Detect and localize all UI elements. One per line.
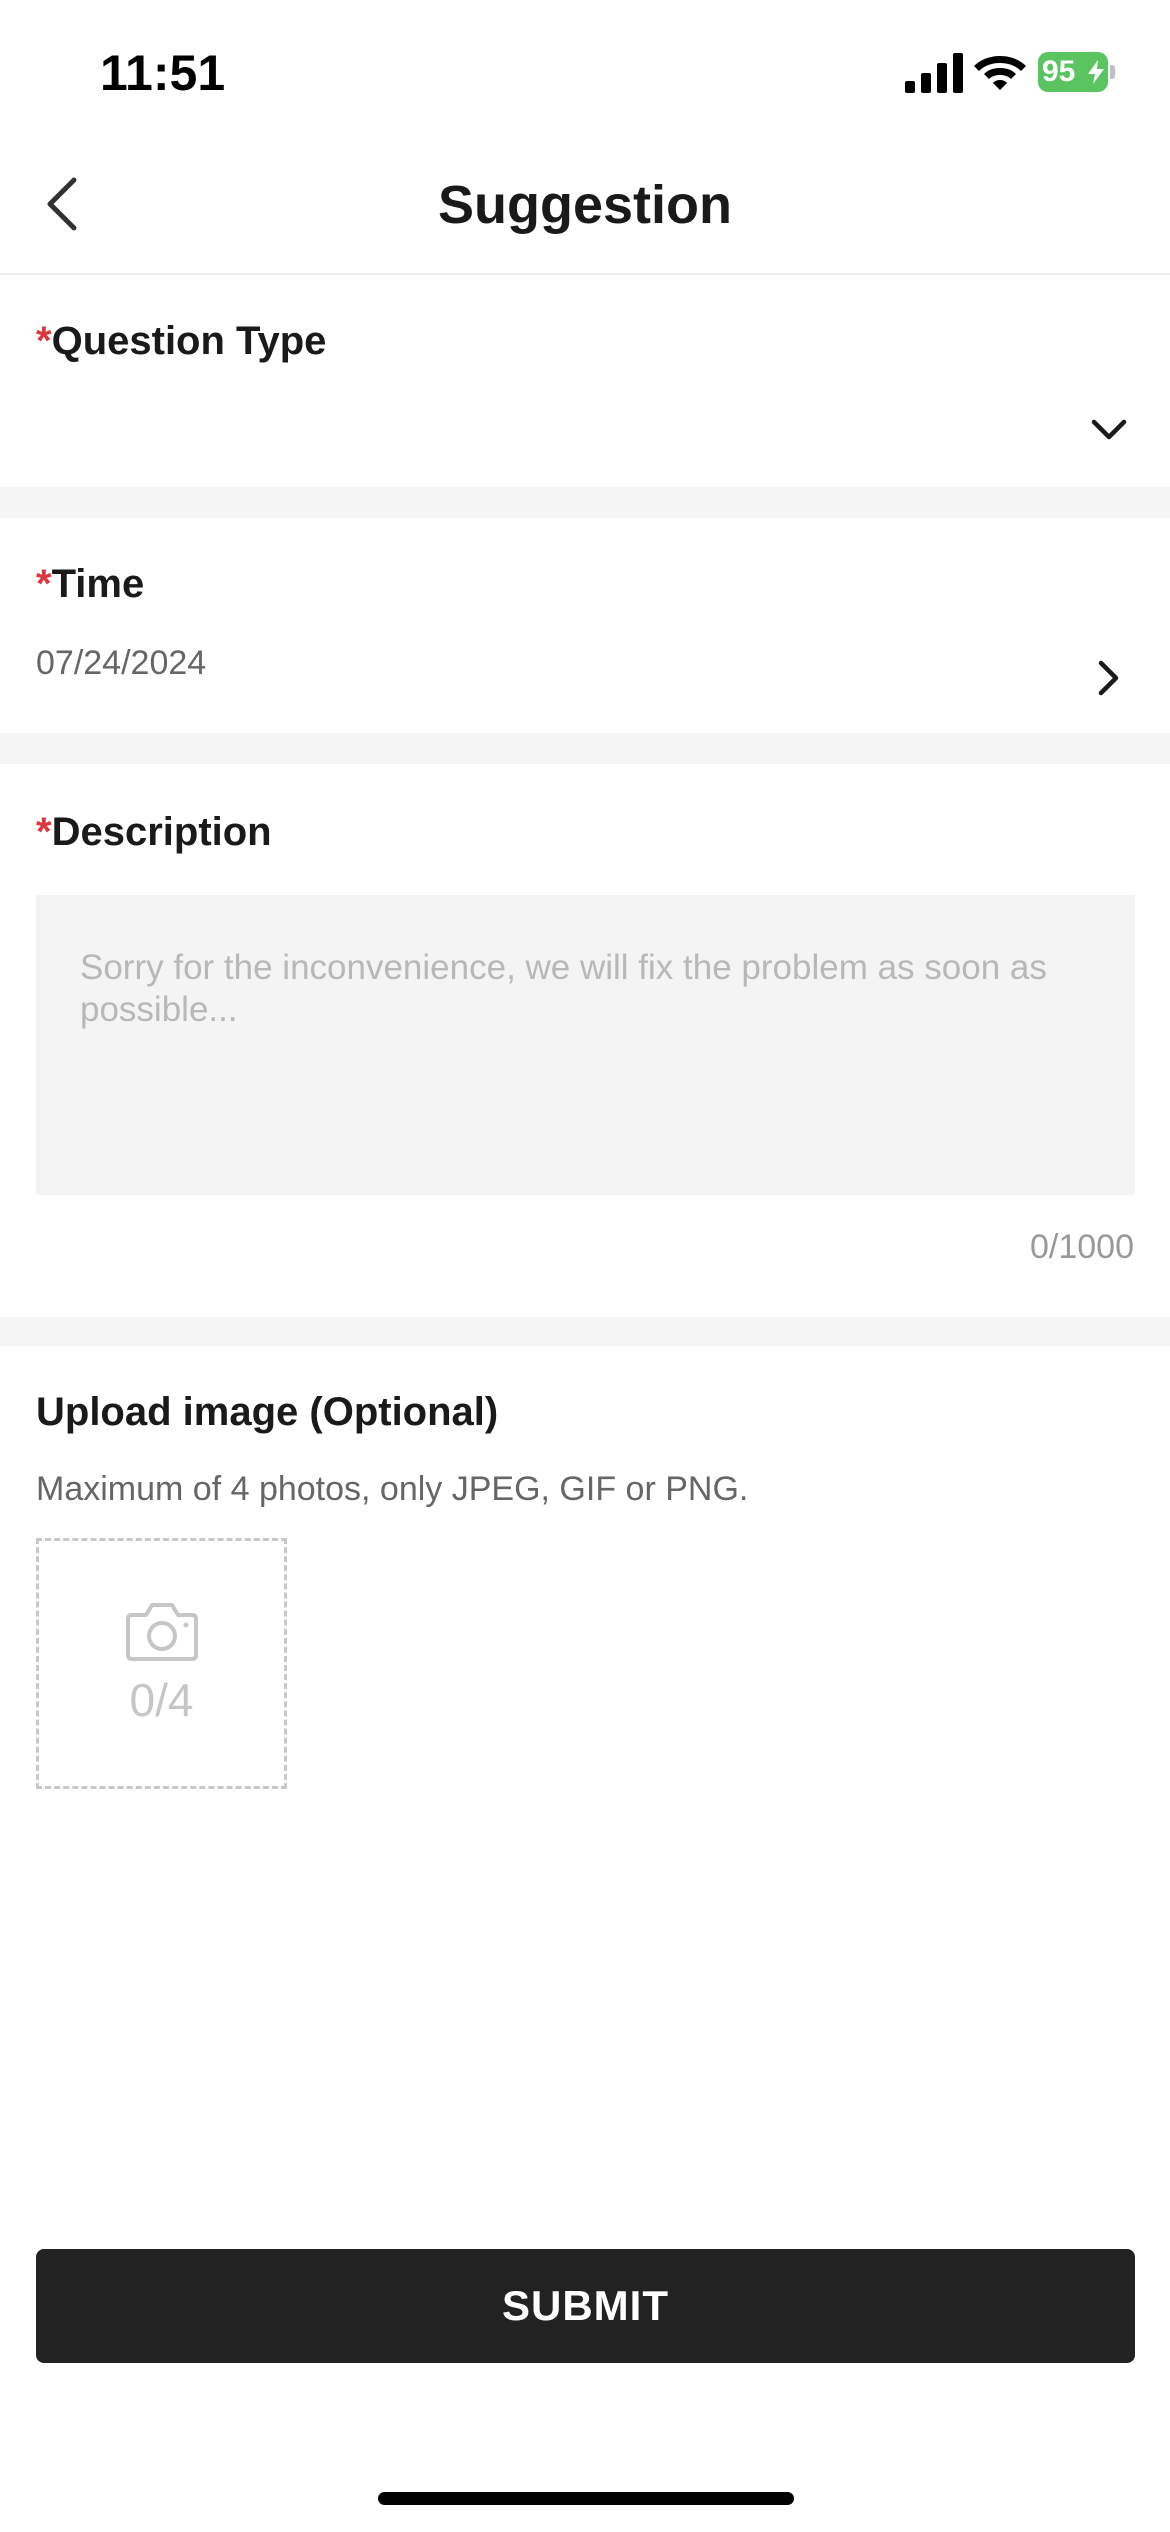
description-label: *Description	[36, 810, 272, 855]
battery-body: 95	[1038, 52, 1108, 92]
upload-count: 0/4	[129, 1673, 194, 1726]
description-input[interactable]	[36, 895, 1135, 1195]
status-time: 11:51	[100, 45, 226, 101]
character-counter: 0/1000	[1030, 1228, 1134, 1266]
required-marker: *	[36, 810, 52, 854]
upload-hint: Maximum of 4 photos, only JPEG, GIF or P…	[36, 1470, 749, 1508]
camera-icon	[125, 1602, 198, 1661]
upload-title: Upload image (Optional)	[36, 1390, 499, 1434]
question-type-label-text: Question Type	[51, 319, 327, 363]
description-label-text: Description	[51, 810, 272, 854]
charging-bolt-icon	[1088, 60, 1104, 84]
required-marker: *	[36, 319, 52, 363]
page-title: Suggestion	[438, 175, 732, 235]
time-label-text: Time	[51, 562, 145, 606]
section-divider	[0, 1317, 1170, 1346]
question-type-dropdown[interactable]	[1084, 405, 1134, 455]
section-divider	[0, 733, 1170, 764]
time-field[interactable]: *Time 07/24/2024	[0, 518, 1170, 733]
time-picker-arrow[interactable]	[1084, 653, 1134, 703]
status-bar: 11:51 95	[0, 0, 1170, 150]
time-value: 07/24/2024	[36, 644, 207, 682]
chevron-down-icon	[1091, 419, 1127, 440]
section-divider	[0, 487, 1170, 518]
battery-indicator: 95	[1038, 52, 1116, 92]
battery-cap	[1110, 65, 1115, 79]
signal-icon	[905, 53, 963, 93]
required-marker: *	[36, 562, 52, 606]
question-type-label: *Question Type	[36, 319, 326, 364]
nav-bar: Suggestion	[0, 150, 1170, 275]
battery-level: 95	[1042, 55, 1076, 88]
submit-button[interactable]: SUBMIT	[36, 2249, 1135, 2363]
chevron-right-icon	[1098, 660, 1119, 696]
wifi-icon	[974, 56, 1026, 90]
upload-image-button[interactable]: 0/4	[36, 1538, 287, 1789]
time-label: *Time	[36, 562, 144, 607]
home-indicator	[378, 2492, 794, 2505]
question-type-field[interactable]: *Question Type	[0, 277, 1170, 487]
